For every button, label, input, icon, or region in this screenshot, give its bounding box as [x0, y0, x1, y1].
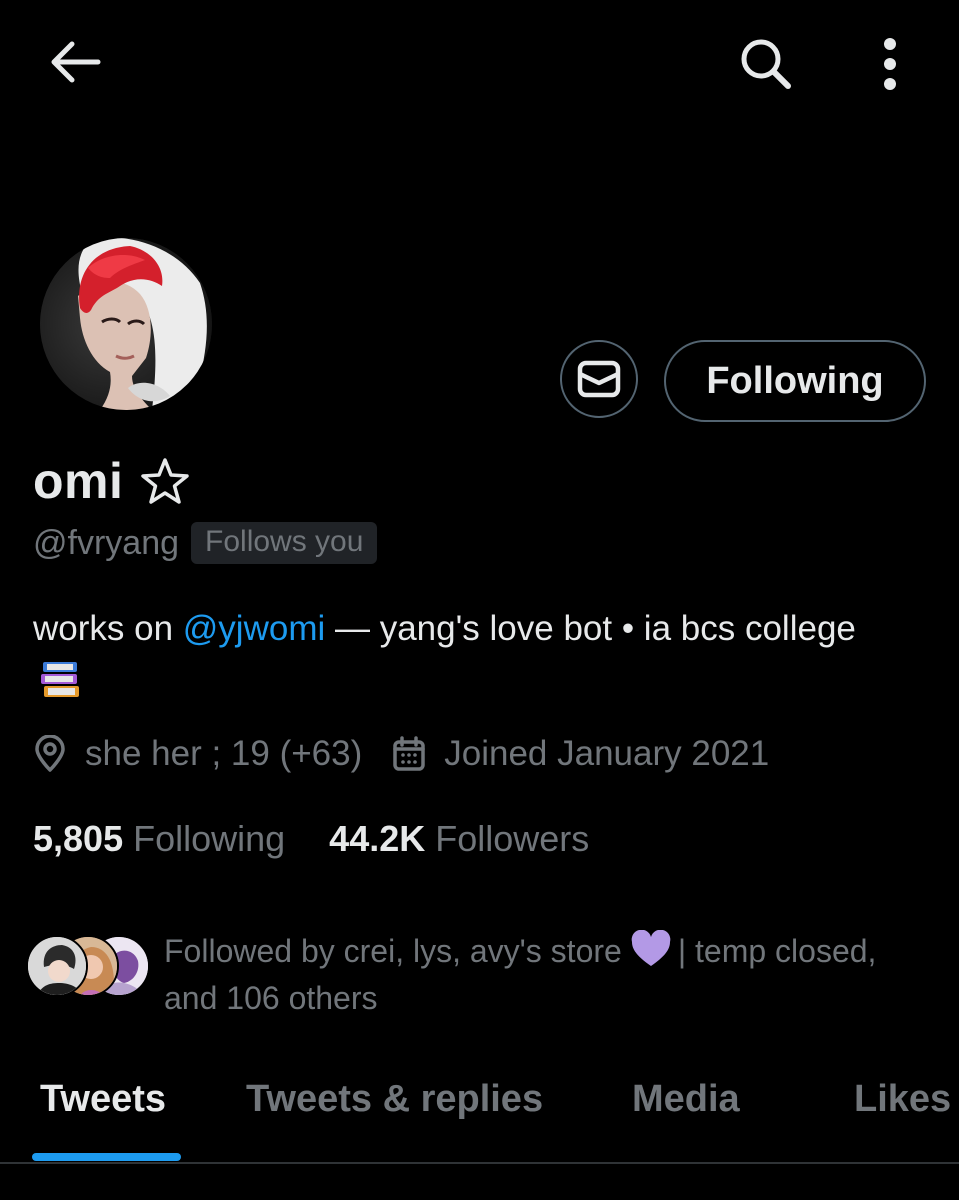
location-pin-icon	[35, 735, 65, 772]
tab-likes[interactable]: Likes	[854, 1078, 951, 1121]
following-button[interactable]: Following	[664, 340, 926, 422]
calendar-icon	[393, 736, 425, 771]
purple-heart-icon	[631, 930, 671, 966]
books-emoji-icon	[41, 662, 79, 697]
profile-tabs: Tweets Tweets & replies Media Likes	[0, 1062, 959, 1162]
search-button[interactable]	[730, 28, 802, 100]
bio-suffix: — yang's love bot • ia bcs college	[325, 609, 856, 648]
followed-by-text: Followed by crei, lys, avy's store | temp…	[164, 928, 926, 1022]
tab-tweets-and-replies[interactable]: Tweets & replies	[246, 1078, 543, 1121]
tab-media[interactable]: Media	[632, 1078, 740, 1121]
profile-meta: she her ; 19 (+63) Joined January 2021	[33, 734, 769, 774]
following-stat-link[interactable]: 5,805 Following	[33, 818, 285, 860]
joined-text: Joined January 2021	[444, 734, 770, 773]
profile-bio: works on @yjwomi — yang's love bot • ia …	[33, 602, 913, 710]
followers-stat-link[interactable]: 44.2K Followers	[329, 818, 589, 860]
location-text: she her ; 19 (+63)	[85, 734, 363, 773]
following-label: Following	[133, 818, 286, 859]
tabs-divider	[0, 1162, 959, 1164]
more-vertical-icon	[884, 38, 896, 90]
avatar-image	[40, 238, 212, 410]
mutual-avatar	[26, 935, 88, 997]
star-outline-icon	[141, 458, 190, 504]
tab-tweets[interactable]: Tweets	[40, 1078, 166, 1121]
mail-icon	[577, 360, 621, 398]
followers-label: Followers	[435, 818, 590, 859]
joined-item: Joined January 2021	[392, 734, 769, 774]
mutual-avatars	[26, 935, 154, 999]
following-count: 5,805	[33, 818, 124, 859]
location-item: she her ; 19 (+63)	[33, 734, 362, 774]
bio-mention-link[interactable]: @yjwomi	[183, 609, 325, 648]
followed-by-section[interactable]: Followed by crei, lys, avy's store | temp…	[26, 928, 926, 1022]
search-icon	[741, 39, 791, 89]
followers-count: 44.2K	[329, 818, 426, 859]
more-options-button[interactable]	[860, 28, 920, 100]
display-name: omi	[33, 453, 124, 509]
user-handle: @fvryang	[33, 523, 180, 562]
back-button[interactable]	[40, 32, 112, 92]
profile-avatar[interactable]	[40, 238, 212, 410]
top-app-bar	[0, 0, 959, 130]
arrow-left-icon	[51, 41, 101, 83]
follows-you-badge: Follows you	[191, 522, 378, 564]
bio-prefix: works on	[33, 609, 183, 648]
followed-by-names: Followed by crei, lys, avy's store	[164, 933, 622, 969]
handle-row: @fvryang Follows you	[33, 522, 378, 564]
follow-stats: 5,805 Following 44.2K Followers	[33, 818, 589, 860]
message-button[interactable]	[560, 340, 638, 418]
display-name-row: omi	[33, 452, 191, 510]
active-tab-indicator	[32, 1153, 181, 1161]
